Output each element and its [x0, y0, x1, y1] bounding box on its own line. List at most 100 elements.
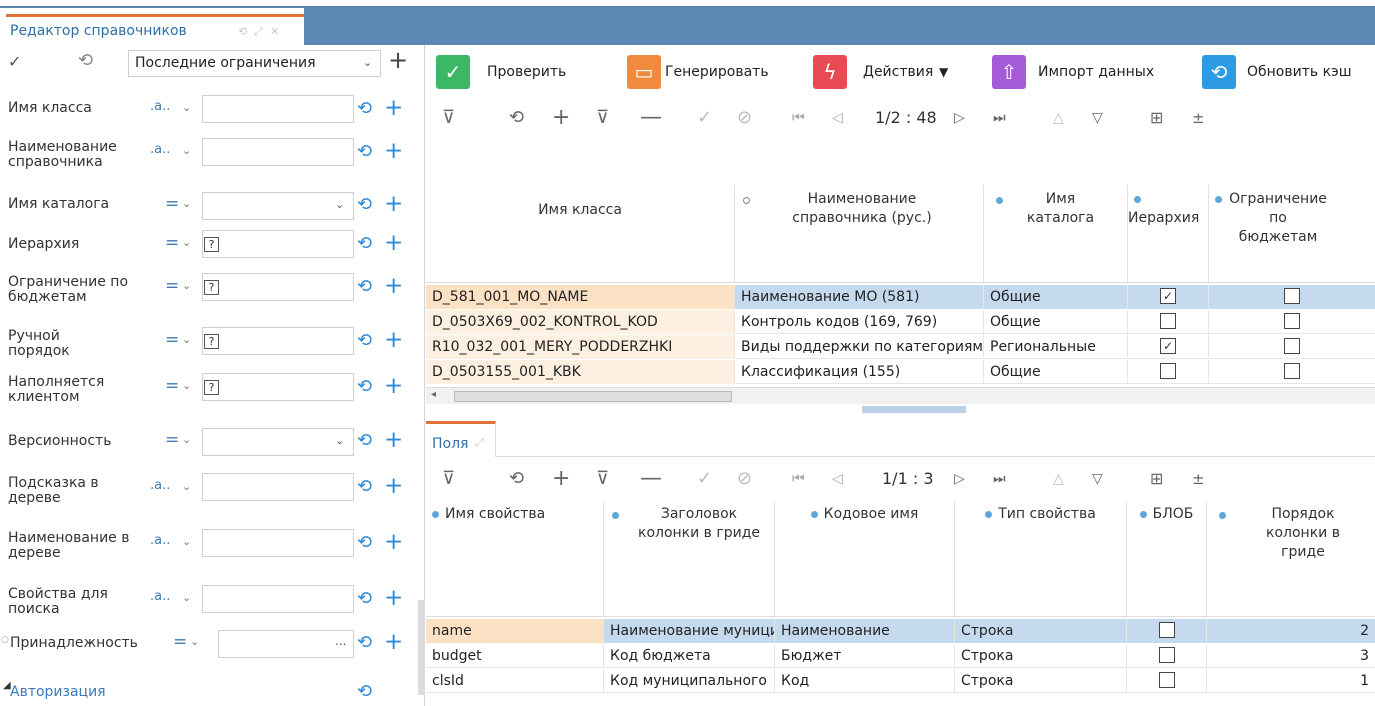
- filter-input-tree-name[interactable]: [202, 529, 354, 557]
- expand-icon[interactable]: ⤢: [475, 436, 484, 450]
- add-filter-icon[interactable]: +: [388, 46, 408, 74]
- col-header-blob[interactable]: БЛОБ: [1127, 501, 1207, 616]
- table-row[interactable]: R10_032_001_MERY_PODDERZHKI Виды поддерж…: [426, 335, 1375, 359]
- col-header-prop[interactable]: Имя свойства: [426, 501, 604, 616]
- checkbox[interactable]: [1160, 363, 1176, 379]
- tristate-checkbox[interactable]: ?: [204, 280, 219, 295]
- actions-button[interactable]: ϟ Действия ▼: [813, 55, 983, 91]
- op-equals[interactable]: =: [173, 632, 187, 652]
- op-equals[interactable]: =: [165, 233, 179, 253]
- col-header-class-name[interactable]: Имя класса: [426, 185, 735, 282]
- reset-icon[interactable]: ⟲: [357, 430, 372, 451]
- hscroll-thumb[interactable]: [454, 391, 732, 402]
- table-row[interactable]: budget Код бюджета Бюджет Строка 3: [426, 644, 1375, 668]
- chevron-down-icon[interactable]: ⌄: [182, 433, 191, 446]
- table-row[interactable]: clsId Код муниципального Код Строка 1: [426, 669, 1375, 693]
- op-contains[interactable]: .a..: [150, 589, 170, 604]
- table-row[interactable]: D_0503X69_002_KONTROL_KOD Контроль кодов…: [426, 310, 1375, 334]
- columns-icon[interactable]: ⊞: [1150, 464, 1163, 494]
- add-icon[interactable]: +: [384, 232, 403, 255]
- filter-icon[interactable]: ⊽: [442, 103, 455, 133]
- op-equals[interactable]: =: [165, 376, 179, 396]
- refresh-cache-button[interactable]: ⟲ Обновить кэш: [1202, 55, 1375, 91]
- preset-select[interactable]: Последние ограничения ⌄: [128, 50, 381, 77]
- reset-all-icon[interactable]: ⟲: [78, 50, 93, 71]
- tab-fields[interactable]: Поля ⤢: [426, 421, 496, 457]
- col-header-order[interactable]: Порядок колонки в гриде: [1207, 501, 1375, 616]
- filter-input-tree-hint[interactable]: [202, 473, 354, 501]
- col-header-budget[interactable]: Ограничение по бюджетам: [1209, 185, 1375, 282]
- checkbox-checked[interactable]: ✓: [1160, 338, 1176, 354]
- expand-collapse-icon[interactable]: ±: [1192, 464, 1205, 494]
- chevron-down-icon[interactable]: ⌄: [182, 591, 191, 604]
- op-contains[interactable]: .a..: [150, 142, 170, 157]
- last-page-icon[interactable]: ⏭: [993, 103, 1006, 133]
- delete-icon[interactable]: —: [640, 103, 662, 133]
- chevron-down-icon[interactable]: ⌄: [182, 379, 191, 392]
- expand-icon[interactable]: ⤢: [254, 25, 263, 39]
- add-icon[interactable]: +: [384, 531, 403, 554]
- checkbox[interactable]: [1159, 647, 1175, 663]
- add-icon[interactable]: +: [384, 587, 403, 610]
- splitter-handle[interactable]: [862, 406, 966, 413]
- checkbox[interactable]: [1160, 313, 1176, 329]
- op-equals[interactable]: =: [165, 194, 179, 214]
- chevron-down-icon[interactable]: ⌄: [182, 333, 191, 346]
- add-icon[interactable]: +: [384, 140, 403, 163]
- chevron-down-icon[interactable]: ⌄: [182, 535, 191, 548]
- add-icon[interactable]: +: [384, 429, 403, 452]
- next-page-icon[interactable]: ▷: [954, 464, 965, 494]
- auth-section[interactable]: ◢ Авторизация ⟲: [0, 677, 425, 705]
- check-button[interactable]: ✓ Проверить: [436, 55, 596, 91]
- filter-select-versioning[interactable]: ⌄: [202, 428, 354, 456]
- expand-collapse-icon[interactable]: ±: [1192, 103, 1205, 133]
- reset-icon[interactable]: ⟲: [357, 632, 372, 653]
- reset-icon[interactable]: ⟲: [357, 376, 372, 397]
- add-icon[interactable]: +: [384, 275, 403, 298]
- col-header-code[interactable]: Кодовое имя: [775, 501, 955, 616]
- op-equals[interactable]: =: [165, 330, 179, 350]
- first-page-icon[interactable]: ⏮: [792, 464, 805, 494]
- reset-icon[interactable]: ⟲: [357, 681, 372, 702]
- tab-editor[interactable]: Редактор справочников ⟲ ⤢ ✕: [6, 14, 304, 45]
- refresh-icon[interactable]: ⟲: [509, 103, 524, 133]
- col-header-hierarchy[interactable]: Иерархия: [1128, 185, 1209, 282]
- filter-input-class-name[interactable]: [202, 95, 354, 123]
- chevron-down-icon[interactable]: ⌄: [182, 144, 191, 157]
- first-page-icon[interactable]: ⏮: [792, 103, 805, 133]
- filter-select-catalog[interactable]: ⌄: [202, 192, 354, 220]
- checkbox[interactable]: [1284, 363, 1300, 379]
- refresh-icon[interactable]: ⟲: [509, 464, 524, 494]
- clear-filter-icon[interactable]: ⊽: [596, 103, 609, 133]
- move-down-icon[interactable]: ▽: [1092, 103, 1103, 133]
- last-page-icon[interactable]: ⏭: [993, 464, 1006, 494]
- refresh-icon[interactable]: ⟲: [238, 25, 247, 38]
- op-equals[interactable]: =: [165, 276, 179, 296]
- move-down-icon[interactable]: ▽: [1092, 464, 1103, 494]
- checkbox-checked[interactable]: ✓: [1160, 288, 1176, 304]
- checkbox[interactable]: [1284, 338, 1300, 354]
- checkbox[interactable]: [1284, 313, 1300, 329]
- chevron-down-icon[interactable]: ⌄: [182, 279, 191, 292]
- reset-icon[interactable]: ⟲: [357, 476, 372, 497]
- add-icon[interactable]: +: [384, 631, 403, 654]
- prev-page-icon[interactable]: ◁: [832, 464, 843, 494]
- reset-icon[interactable]: ⟲: [357, 588, 372, 609]
- reset-icon[interactable]: ⟲: [357, 141, 372, 162]
- chevron-down-icon[interactable]: ⌄: [182, 480, 191, 493]
- col-header-type[interactable]: Тип свойства: [955, 501, 1127, 616]
- add-icon[interactable]: +: [384, 475, 403, 498]
- add-icon[interactable]: +: [384, 97, 403, 120]
- filter-scrollbar[interactable]: [418, 600, 425, 695]
- confirm-icon[interactable]: ✓: [697, 103, 712, 133]
- table-row[interactable]: D_0503155_001_KBK Классификация (155) Об…: [426, 360, 1375, 384]
- chevron-down-icon[interactable]: ⌄: [182, 197, 191, 210]
- op-contains[interactable]: .a..: [150, 478, 170, 493]
- cancel-icon[interactable]: ⊘: [737, 464, 752, 494]
- checkbox[interactable]: [1284, 288, 1300, 304]
- checkbox[interactable]: [1159, 672, 1175, 688]
- delete-icon[interactable]: —: [640, 464, 662, 494]
- add-icon[interactable]: +: [552, 103, 570, 133]
- reset-icon[interactable]: ⟲: [357, 276, 372, 297]
- checkbox[interactable]: [1159, 622, 1175, 638]
